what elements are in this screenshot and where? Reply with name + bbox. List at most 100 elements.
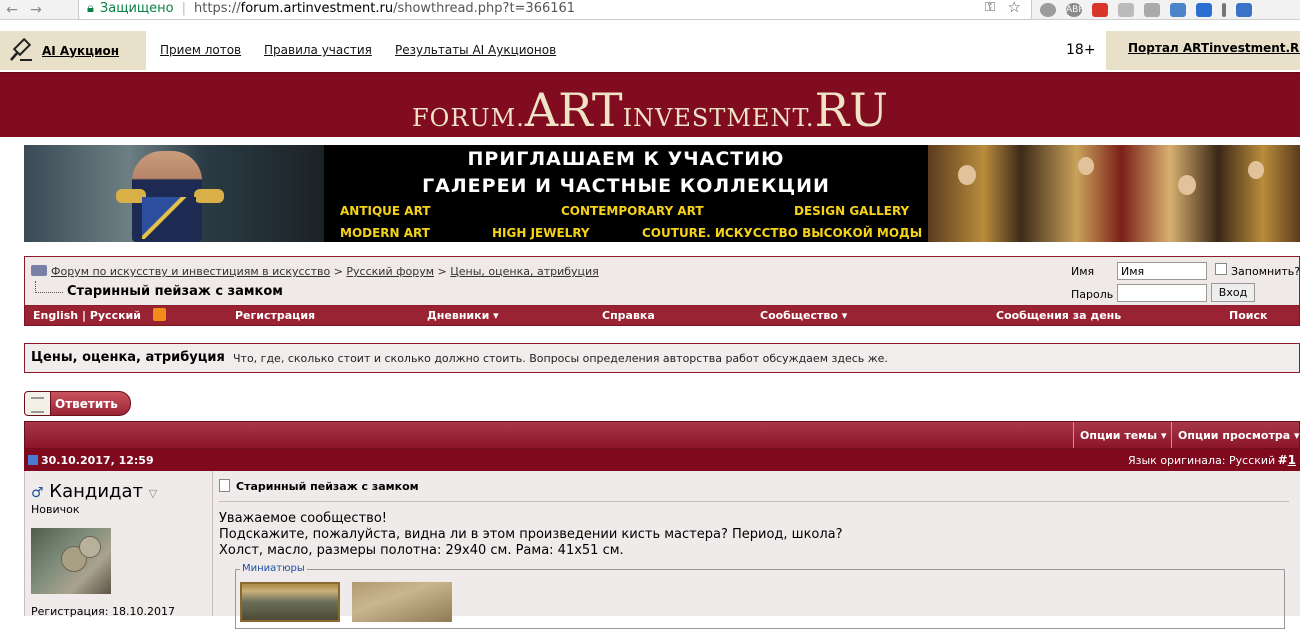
- breadcrumb-separator: >: [333, 265, 343, 278]
- post-title-text: Старинный пейзаж с замком: [236, 480, 419, 493]
- extension-red-icon[interactable]: [1092, 3, 1108, 17]
- avatar[interactable]: [31, 528, 111, 594]
- post-text-line: Холст, масло, размеры полотна: 29х40 см.…: [219, 543, 624, 558]
- site-logo[interactable]: FORUM.ARTINVESTMENT.RU: [0, 83, 1300, 137]
- nav-community[interactable]: Сообщество ▾: [760, 309, 847, 322]
- login-button[interactable]: Вход: [1211, 283, 1255, 302]
- bookmark-star-icon[interactable]: ☆: [1008, 0, 1021, 16]
- lots-intake-link[interactable]: Прием лотов: [160, 43, 241, 57]
- extensions-area: ABP: [1040, 0, 1252, 20]
- nav-help[interactable]: Справка: [602, 309, 655, 322]
- breadcrumb-forum-root[interactable]: Форум по искусству и инвестициям в искус…: [51, 265, 330, 278]
- reply-label: Ответить: [55, 396, 118, 411]
- logo-ru: RU: [814, 83, 888, 137]
- menu-dots-icon[interactable]: [1222, 3, 1226, 17]
- ai-auction-tab[interactable]: AI Аукцион: [0, 31, 146, 70]
- thread-title: Старинный пейзаж с замком: [35, 281, 283, 299]
- language-switcher[interactable]: English | Русский: [33, 309, 141, 322]
- breadcrumb: Форум по искусству и инвестициям в искус…: [31, 265, 599, 278]
- url-path: /showthread.php?t=366161: [393, 1, 576, 16]
- banner-portrait-image: [24, 145, 324, 242]
- attachments-fieldset: Миниатюры: [235, 563, 1285, 629]
- breadcrumb-russian-forum[interactable]: Русский форум: [346, 265, 434, 278]
- remember-checkbox[interactable]: [1215, 263, 1227, 275]
- banner-tag-design: DESIGN GALLERY: [794, 204, 910, 218]
- nav-register[interactable]: Регистрация: [235, 309, 315, 322]
- top-navigation: AI Аукцион Прием лотов Правила участия Р…: [0, 28, 1300, 73]
- password-label: Пароль: [1071, 288, 1114, 301]
- back-icon[interactable]: ←: [0, 1, 24, 19]
- display-options-menu[interactable]: Опции просмотра ▾: [1171, 422, 1300, 448]
- auction-results-link[interactable]: Результаты AI Аукционов: [395, 43, 556, 57]
- camera-icon[interactable]: [1118, 3, 1134, 17]
- coin-shape: [79, 536, 101, 558]
- forum-home-icon[interactable]: [31, 265, 47, 276]
- extension-circle-icon[interactable]: [1040, 3, 1056, 17]
- author-username[interactable]: Кандидат: [49, 481, 143, 502]
- site-header: FORUM.ARTINVESTMENT.RU: [0, 72, 1300, 137]
- post-text-line: Подскажите, пожалуйста, видна ли в этом …: [219, 527, 843, 542]
- portrait-sash: [142, 197, 196, 239]
- key-icon[interactable]: ⚿: [985, 0, 995, 15]
- advertising-banner[interactable]: ПРИГЛАШАЕМ К УЧАСТИЮ ГАЛЕРЕИ И ЧАСТНЫЕ К…: [24, 145, 1300, 242]
- post-number-link[interactable]: 1: [1288, 453, 1296, 467]
- banner-text: ПРИГЛАШАЕМ К УЧАСТИЮ ГАЛЕРЕИ И ЧАСТНЫЕ К…: [324, 145, 928, 242]
- thread-tools-bar: Опции темы ▾ Опции просмотра ▾: [24, 421, 1300, 449]
- url-host: forum.artinvestment.ru: [240, 1, 394, 16]
- secure-label: Защищено: [99, 1, 174, 16]
- ai-auction-label: AI Аукцион: [42, 43, 120, 58]
- omnibox-separator: |: [181, 1, 187, 16]
- extension-gear-icon[interactable]: [1144, 3, 1160, 17]
- nav-diaries-label: Дневники: [427, 309, 490, 322]
- thread-options-label: Опции темы: [1080, 429, 1158, 442]
- dropdown-arrow-icon: ▾: [1160, 429, 1167, 442]
- banner-tag-jewelry: HIGH JEWELRY: [492, 226, 590, 240]
- nav-diaries[interactable]: Дневники ▾: [427, 309, 499, 322]
- extension-blue-icon[interactable]: [1170, 3, 1186, 17]
- remember-label: Запомнить?: [1231, 265, 1300, 278]
- post-text-line: Уважаемое сообщество!: [219, 511, 387, 526]
- nav-todays-posts[interactable]: Сообщения за день: [996, 309, 1121, 322]
- painting-face: [1078, 157, 1094, 175]
- download-icon[interactable]: [1236, 3, 1252, 17]
- reply-button[interactable]: Ответить: [24, 391, 131, 416]
- dropdown-arrow-icon: ▾: [841, 309, 848, 322]
- nav-community-label: Сообщество: [760, 309, 838, 322]
- logo-forum: FORUM.: [412, 104, 525, 132]
- portal-link[interactable]: Портал ARTinvestment.RU: [1106, 31, 1300, 70]
- participation-rules-link[interactable]: Правила участия: [264, 43, 372, 57]
- breadcrumb-prices-section[interactable]: Цены, оценка, атрибуция: [450, 265, 599, 278]
- author-name[interactable]: ♂ Кандидат ▽: [31, 481, 157, 502]
- forward-icon[interactable]: →: [24, 1, 48, 19]
- portrait-epaulette-right: [194, 189, 224, 203]
- forum-navbar: English | Русский Регистрация Дневники ▾…: [24, 306, 1300, 326]
- painting-face: [1248, 161, 1264, 179]
- address-bar[interactable]: 🔒︎ Защищено | https://forum.artinvestmen…: [78, 0, 1032, 20]
- search-ext-icon[interactable]: [1196, 3, 1212, 17]
- nav-search[interactable]: Поиск: [1229, 309, 1267, 322]
- browser-toolbar: ← → 🔒︎ Защищено | https://forum.artinves…: [0, 0, 1300, 20]
- rss-icon[interactable]: [153, 308, 166, 321]
- login-form: Имя Запомнить? Пароль Вход: [1071, 259, 1300, 305]
- forum-description-box: Цены, оценка, атрибуция Что, где, скольк…: [24, 343, 1300, 373]
- author-registration: Регистрация: 18.10.2017: [31, 605, 175, 618]
- url-text[interactable]: https://forum.artinvestment.ru/showthrea…: [194, 1, 575, 16]
- url-scheme: https://: [194, 1, 241, 16]
- logo-investment: INVESTMENT.: [622, 104, 815, 132]
- password-input[interactable]: [1117, 284, 1207, 302]
- post-divider: [219, 501, 1289, 502]
- post-original-language: Язык оригинала: Русский: [1128, 454, 1276, 467]
- breadcrumb-box: Форум по искусству и инвестициям в искус…: [24, 256, 1300, 306]
- post-number[interactable]: #1: [1278, 453, 1296, 467]
- painting-face: [1178, 175, 1196, 195]
- username-input[interactable]: [1117, 262, 1207, 280]
- age-rating: 18+: [1066, 42, 1096, 58]
- banner-tag-antique: ANTIQUE ART: [340, 204, 431, 218]
- adblock-icon[interactable]: ABP: [1066, 3, 1084, 17]
- thread-options-menu[interactable]: Опции темы ▾: [1073, 422, 1171, 448]
- attachment-thumbnail[interactable]: [240, 582, 340, 622]
- user-menu-arrow-icon[interactable]: ▽: [149, 487, 157, 500]
- attachment-thumbnail[interactable]: [352, 582, 452, 622]
- banner-painting-image: [928, 145, 1300, 242]
- banner-line-1: ПРИГЛАШАЕМ К УЧАСТИЮ: [467, 148, 785, 170]
